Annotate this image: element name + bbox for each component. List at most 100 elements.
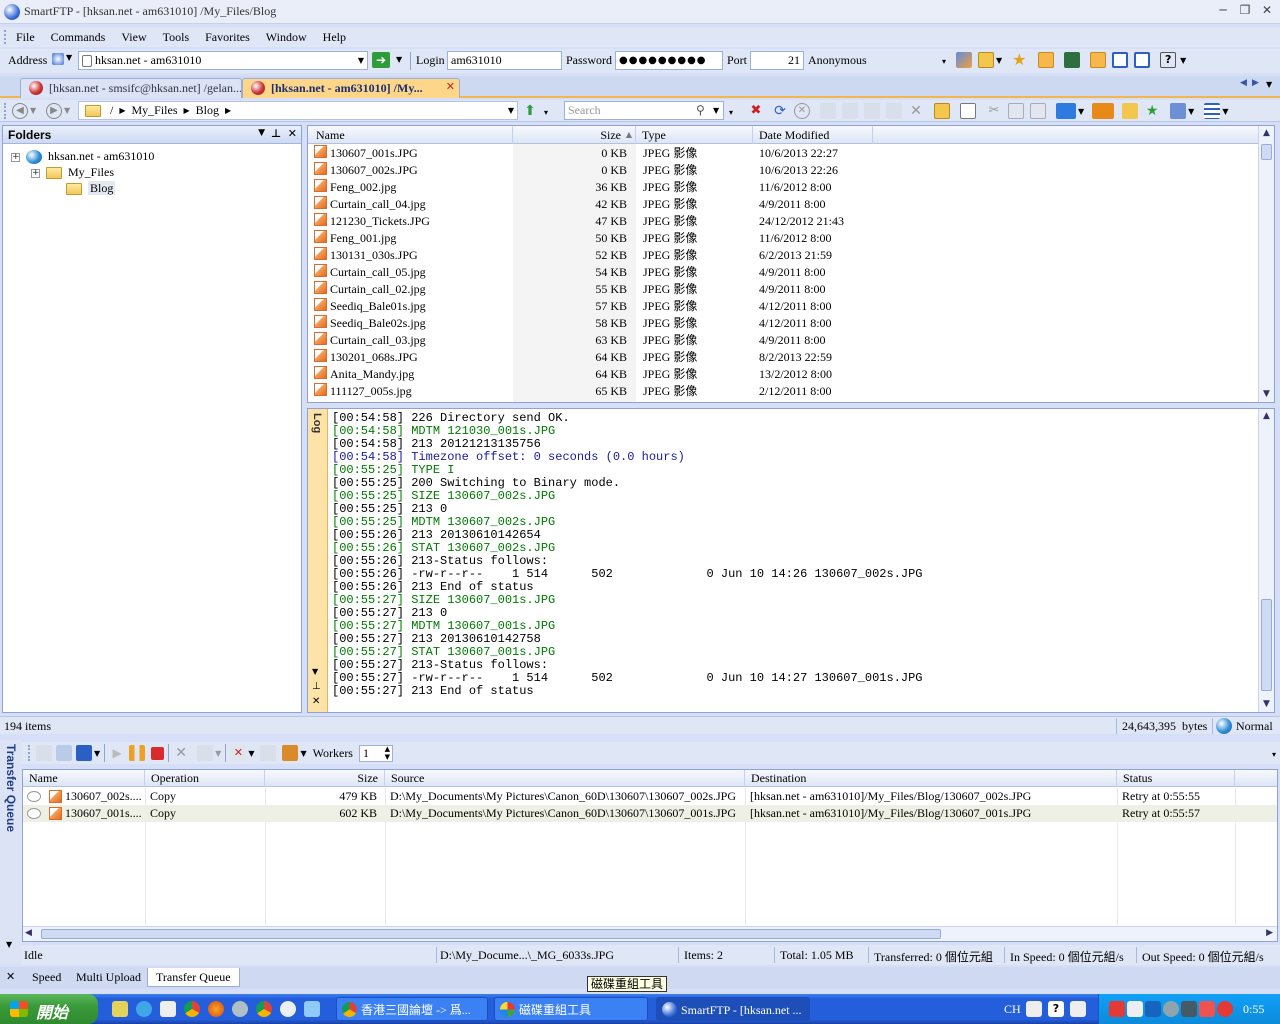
pane-menu-icon[interactable]: ▼ <box>312 667 318 676</box>
add-bookmark-icon[interactable] <box>1122 103 1139 119</box>
log-panel-icon[interactable] <box>1038 52 1055 68</box>
breadcrumb-blog[interactable]: Blog <box>196 102 219 119</box>
file-row[interactable]: Feng_001.jpg 50 KB JPEG 影像 11/6/2012 8:00 <box>308 230 1258 247</box>
tab-transfer-queue[interactable]: Transfer Queue <box>147 968 240 987</box>
restore-button[interactable]: ❐ <box>1234 3 1256 21</box>
toolbar-overflow-icon[interactable]: ▾ <box>1272 750 1276 759</box>
vertical-split-icon[interactable] <box>1134 52 1151 68</box>
queue-row[interactable]: 130607_002s.... Copy 479 KB D:\My_Documents… <box>23 788 1277 805</box>
queue-column-name[interactable]: Name <box>23 770 145 787</box>
scrollbar-thumb[interactable] <box>41 929 941 939</box>
file-row[interactable]: Feng_002.jpg 36 KB JPEG 影像 11/6/2012 8:00 <box>308 179 1258 196</box>
options-dropdown-icon[interactable]: ▼ <box>300 749 306 758</box>
parent-folder-icon[interactable]: ⬆ <box>522 103 538 119</box>
queue-column-size[interactable]: Size <box>265 770 385 787</box>
move-icon[interactable] <box>864 103 880 119</box>
tree-node-blog[interactable]: Blog <box>63 180 116 196</box>
queue-start-icon[interactable]: ▶ <box>109 745 125 761</box>
transfer-mode-dropdown-icon[interactable]: ▼ <box>1078 107 1084 116</box>
clear-dropdown-icon[interactable]: ▼ <box>248 749 254 758</box>
copy-icon[interactable] <box>1008 103 1024 119</box>
scroll-up-icon[interactable]: ▲ <box>1259 409 1274 424</box>
tree-node-my-files[interactable]: + My_Files <box>31 164 114 180</box>
quick-launch-chrome-icon[interactable] <box>256 1001 272 1017</box>
queue-pause-icon[interactable] <box>129 745 146 761</box>
search-dropdown-icon[interactable]: ▼ <box>713 106 719 115</box>
input-options-icon[interactable] <box>1070 1001 1086 1017</box>
scrollbar-thumb[interactable] <box>1261 144 1272 160</box>
column-type[interactable]: Type <box>636 126 753 144</box>
scrollbar-thumb[interactable] <box>1261 599 1272 691</box>
menu-commands[interactable]: Commands <box>43 27 114 47</box>
log-scrollbar[interactable]: ▲ ▼ <box>1258 409 1274 712</box>
queue-clear-icon[interactable]: ✕ <box>230 745 247 761</box>
tab-scroll-left-icon[interactable]: ◀ <box>1240 78 1247 88</box>
queue-column-source[interactable]: Source <box>385 770 745 787</box>
workers-stepper[interactable]: 1 ▲ ▼ <box>358 744 393 762</box>
quick-launch-chrome-icon[interactable] <box>184 1001 200 1017</box>
tray-network-icon[interactable] <box>1145 1001 1161 1017</box>
delete-icon[interactable]: ✕ <box>908 103 924 119</box>
menu-file[interactable]: File <box>8 27 43 47</box>
pasv-icon[interactable] <box>1092 103 1115 119</box>
breadcrumb-my-files[interactable]: My_Files <box>132 102 178 119</box>
forward-dropdown-icon[interactable]: ▼ <box>64 106 70 115</box>
column-size[interactable]: Size ▲ <box>513 126 636 144</box>
taskbar-button-forum[interactable]: 香港三國論壇 -> 爲... <box>336 997 488 1021</box>
back-icon[interactable]: ◀ <box>12 103 28 119</box>
keyboard-icon[interactable] <box>1026 1001 1042 1017</box>
queue-options-icon[interactable] <box>282 745 299 761</box>
help-icon[interactable]: ? <box>1160 52 1177 68</box>
queue-add-icon[interactable] <box>36 745 52 761</box>
queue-load-icon[interactable] <box>56 745 72 761</box>
save-dropdown-icon[interactable]: ▼ <box>94 749 100 758</box>
cut-icon[interactable]: ✂ <box>986 103 1002 119</box>
favorite-add-icon[interactable]: ★ <box>1144 103 1160 119</box>
scroll-left-icon[interactable]: ◀ <box>25 928 32 938</box>
queue-remove-icon[interactable]: ✕ <box>173 745 189 761</box>
queue-column-operation[interactable]: Operation <box>145 770 265 787</box>
pane-menu-icon[interactable]: ▼ <box>6 940 12 949</box>
quick-launch-desktop-icon[interactable] <box>112 1001 128 1017</box>
password-field[interactable]: ●●●●●●●●● <box>615 51 723 70</box>
folder-dropdown-icon[interactable]: ▼ <box>996 56 1002 65</box>
transfer-mode-auto-icon[interactable] <box>1056 103 1076 119</box>
upload-icon[interactable] <box>820 103 836 119</box>
chevron-right-icon[interactable]: ▶ <box>225 102 231 119</box>
transfer-queue-panel-icon[interactable] <box>1090 52 1107 68</box>
tab-speed[interactable]: Speed <box>24 968 69 987</box>
back-dropdown-icon[interactable]: ▼ <box>30 106 36 115</box>
queue-horizontal-scrollbar[interactable]: ◀ ▶ <box>23 926 1277 941</box>
tab-scroll-right-icon[interactable]: ▶ <box>1252 78 1259 88</box>
file-row[interactable]: Curtain_call_05.jpg 54 KB JPEG 影像 4/9/2011 … <box>308 264 1258 281</box>
stop-icon[interactable]: ✕ <box>794 103 810 119</box>
download-icon[interactable] <box>842 103 858 119</box>
expand-icon[interactable]: + <box>11 152 20 162</box>
close-pane-icon[interactable]: ✕ <box>6 970 15 983</box>
file-row[interactable]: Seediq_Bale01s.jpg 57 KB JPEG 影像 4/12/2011 … <box>308 298 1258 315</box>
help-dropdown-icon[interactable]: ▼ <box>1180 56 1186 65</box>
queue-column-destination[interactable]: Destination <box>745 770 1117 787</box>
tab-am631010-connection[interactable]: [hksan.net - am631010] /My... ✕ <box>242 78 460 98</box>
start-button[interactable]: 開始 <box>0 994 98 1024</box>
tray-app-icon[interactable] <box>1181 1001 1197 1017</box>
column-name[interactable]: Name <box>308 126 513 144</box>
taskbar-button-smartftp[interactable]: SmartFTP - [hksan.net ... <box>656 997 810 1021</box>
login-field[interactable]: am631010 <box>447 51 562 70</box>
anonymous-checkbox-label[interactable]: Anonymous <box>808 53 867 68</box>
view-mode-icon[interactable] <box>1204 103 1221 119</box>
properties-icon[interactable] <box>960 103 976 119</box>
folder-dropdown-icon[interactable]: ▼ <box>215 749 221 758</box>
minimize-button[interactable]: ─ <box>1212 3 1234 21</box>
go-dropdown-icon[interactable]: ▼ <box>396 55 402 64</box>
quick-launch-app-icon[interactable] <box>304 1001 320 1017</box>
file-row[interactable]: Anita_Mandy.jpg 64 KB JPEG 影像 13/2/2012 8:0… <box>308 366 1258 383</box>
tray-app-icon[interactable] <box>1199 1001 1215 1017</box>
tab-list-icon[interactable]: ▼ <box>1266 80 1272 89</box>
menu-help[interactable]: Help <box>315 27 354 47</box>
file-row[interactable]: 121230_Tickets.JPG 47 KB JPEG 影像 24/12/2012… <box>308 213 1258 230</box>
disconnect-icon[interactable]: ✖ <box>748 103 764 119</box>
expand-icon[interactable]: + <box>31 168 40 178</box>
queue-schedule-icon[interactable] <box>260 745 277 761</box>
refresh-icon[interactable]: ⟳ <box>772 103 788 119</box>
